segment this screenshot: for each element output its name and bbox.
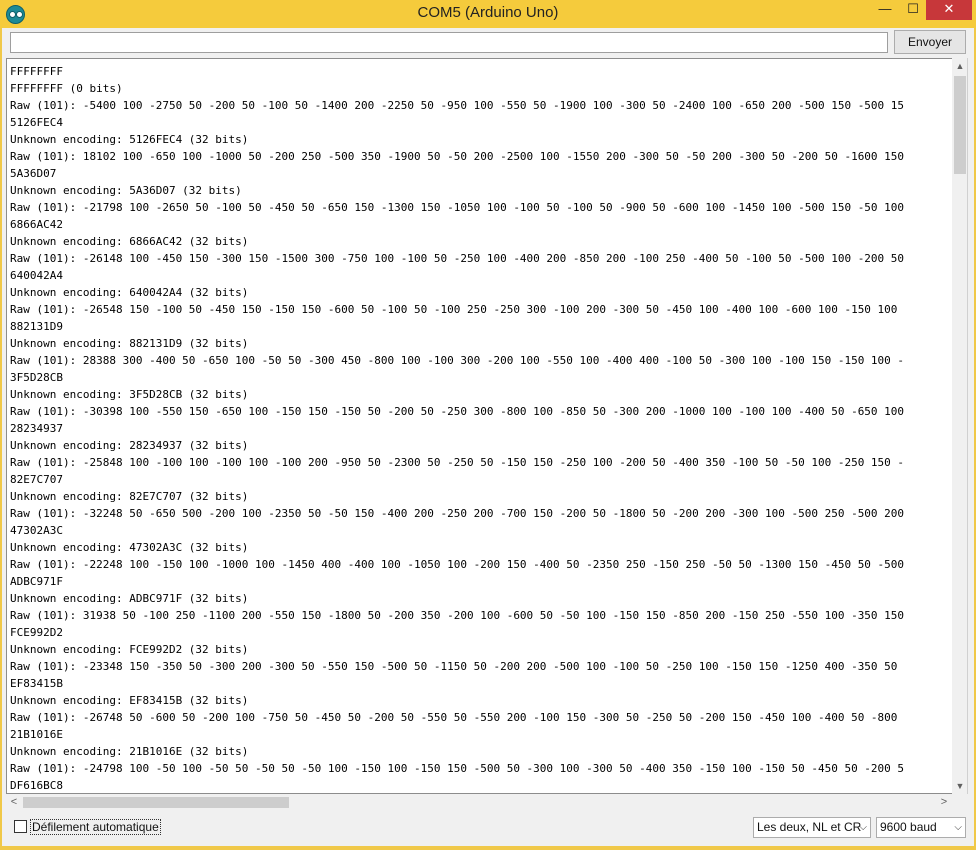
close-button[interactable]: ✕ <box>926 0 972 20</box>
serial-output-line: Raw (101): -26148 100 -450 150 -300 150 … <box>10 252 905 265</box>
serial-output-line: Raw (101): -30398 100 -550 150 -650 100 … <box>10 405 905 418</box>
serial-output-line: 5A36D07 <box>10 167 57 180</box>
serial-output-lines: FFFFFFFF FFFFFFFF (0 bits) Raw (101): -540… <box>10 63 955 793</box>
serial-output-line: Raw (101): -25848 100 -100 100 -100 100 … <box>10 456 905 469</box>
serial-output-line: FFFFFFFF (0 bits) <box>10 82 123 95</box>
serial-output-line: Unknown encoding: 82E7C707 (32 bits) <box>10 490 249 503</box>
serial-output-line: Raw (101): -26748 50 -600 50 -200 100 -7… <box>10 711 898 724</box>
serial-output-line: 82E7C707 <box>10 473 63 486</box>
chevron-down-icon: ⌵ <box>954 822 962 833</box>
serial-output-line: EF83415B <box>10 677 63 690</box>
serial-output-line: Unknown encoding: FCE992D2 (32 bits) <box>10 643 249 656</box>
serial-output-line: Raw (101): -21798 100 -2650 50 -100 50 -… <box>10 201 905 214</box>
line-ending-select[interactable]: Les deux, NL et CR ⌵ <box>753 817 871 838</box>
serial-monitor: Envoyer FFFFFFFF FFFFFFFF (0 bits) Raw (10… <box>2 28 974 846</box>
serial-output-line: Unknown encoding: 5A36D07 (32 bits) <box>10 184 242 197</box>
serial-output-line: 640042A4 <box>10 269 63 282</box>
scroll-up-arrow-icon[interactable]: ▲ <box>952 58 968 74</box>
serial-output-line: Unknown encoding: ADBC971F (32 bits) <box>10 592 249 605</box>
serial-output-line: FFFFFFFF <box>10 65 63 78</box>
serial-output-line: 21B1016E <box>10 728 63 741</box>
serial-output-line: Raw (101): -32248 50 -650 500 -200 100 -… <box>10 507 905 520</box>
horizontal-scrollbar[interactable]: < > <box>6 794 952 811</box>
serial-output-line: 882131D9 <box>10 320 63 333</box>
serial-output-line: Unknown encoding: 21B1016E (32 bits) <box>10 745 249 758</box>
serial-output-line: Unknown encoding: 5126FEC4 (32 bits) <box>10 133 249 146</box>
serial-output-line: Raw (101): -26548 150 -100 50 -450 150 -… <box>10 303 898 316</box>
serial-output-line: Raw (101): 18102 100 -650 100 -1000 50 -… <box>10 150 905 163</box>
serial-output-line: Unknown encoding: 3F5D28CB (32 bits) <box>10 388 249 401</box>
serial-output-line: Raw (101): -22248 100 -150 100 -1000 100… <box>10 558 905 571</box>
autoscroll-checkbox[interactable] <box>14 820 27 833</box>
serial-output-line: Unknown encoding: 47302A3C (32 bits) <box>10 541 249 554</box>
title-bar: COM5 (Arduino Uno) — ☐ ✕ <box>0 0 976 28</box>
serial-output-line: 3F5D28CB <box>10 371 63 384</box>
chevron-down-icon: ⌵ <box>859 822 867 833</box>
window-title: COM5 (Arduino Uno) <box>417 4 559 21</box>
scroll-down-arrow-icon[interactable]: ▼ <box>952 778 968 794</box>
line-ending-value: Les deux, NL et CR <box>757 820 862 834</box>
scroll-right-arrow-icon[interactable]: > <box>936 794 952 811</box>
serial-output-line: Raw (101): -24798 100 -50 100 -50 50 -50… <box>10 762 905 775</box>
serial-output-line: 47302A3C <box>10 524 63 537</box>
minimize-button[interactable]: — <box>870 0 900 20</box>
serial-output-line: Unknown encoding: 640042A4 (32 bits) <box>10 286 249 299</box>
serial-output-line: Raw (101): 28388 300 -400 50 -650 100 -5… <box>10 354 905 367</box>
serial-output-line: Unknown encoding: EF83415B (32 bits) <box>10 694 249 707</box>
serial-output-line: Unknown encoding: 6866AC42 (32 bits) <box>10 235 249 248</box>
vertical-scrollbar[interactable]: ▲ ▼ <box>952 58 968 794</box>
serial-output-line: 5126FEC4 <box>10 116 63 129</box>
send-button[interactable]: Envoyer <box>894 30 966 54</box>
baud-rate-value: 9600 baud <box>880 820 937 834</box>
serial-output-line: Unknown encoding: 28234937 (32 bits) <box>10 439 249 452</box>
maximize-button[interactable]: ☐ <box>898 0 928 20</box>
serial-send-input[interactable] <box>10 32 888 53</box>
serial-output-line: Raw (101): 31938 50 -100 250 -1100 200 -… <box>10 609 905 622</box>
serial-output-line: Raw (101): -5400 100 -2750 50 -200 50 -1… <box>10 99 905 112</box>
status-bar: Défilement automatique Les deux, NL et C… <box>2 813 974 846</box>
serial-output-line: DF616BC8 <box>10 779 63 792</box>
serial-output-line: 28234937 <box>10 422 63 435</box>
serial-output-area[interactable]: FFFFFFFF FFFFFFFF (0 bits) Raw (101): -540… <box>6 58 958 794</box>
serial-output-line: Unknown encoding: 882131D9 (32 bits) <box>10 337 249 350</box>
serial-output-line: 6866AC42 <box>10 218 63 231</box>
baud-rate-select[interactable]: 9600 baud ⌵ <box>876 817 966 838</box>
scroll-left-arrow-icon[interactable]: < <box>6 794 22 811</box>
serial-output-line: FCE992D2 <box>10 626 63 639</box>
horizontal-scroll-thumb[interactable] <box>23 797 289 808</box>
serial-output-line: Raw (101): -23348 150 -350 50 -300 200 -… <box>10 660 898 673</box>
vertical-scroll-thumb[interactable] <box>954 76 966 174</box>
serial-output-line: ADBC971F <box>10 575 63 588</box>
autoscroll-label[interactable]: Défilement automatique <box>30 819 161 835</box>
